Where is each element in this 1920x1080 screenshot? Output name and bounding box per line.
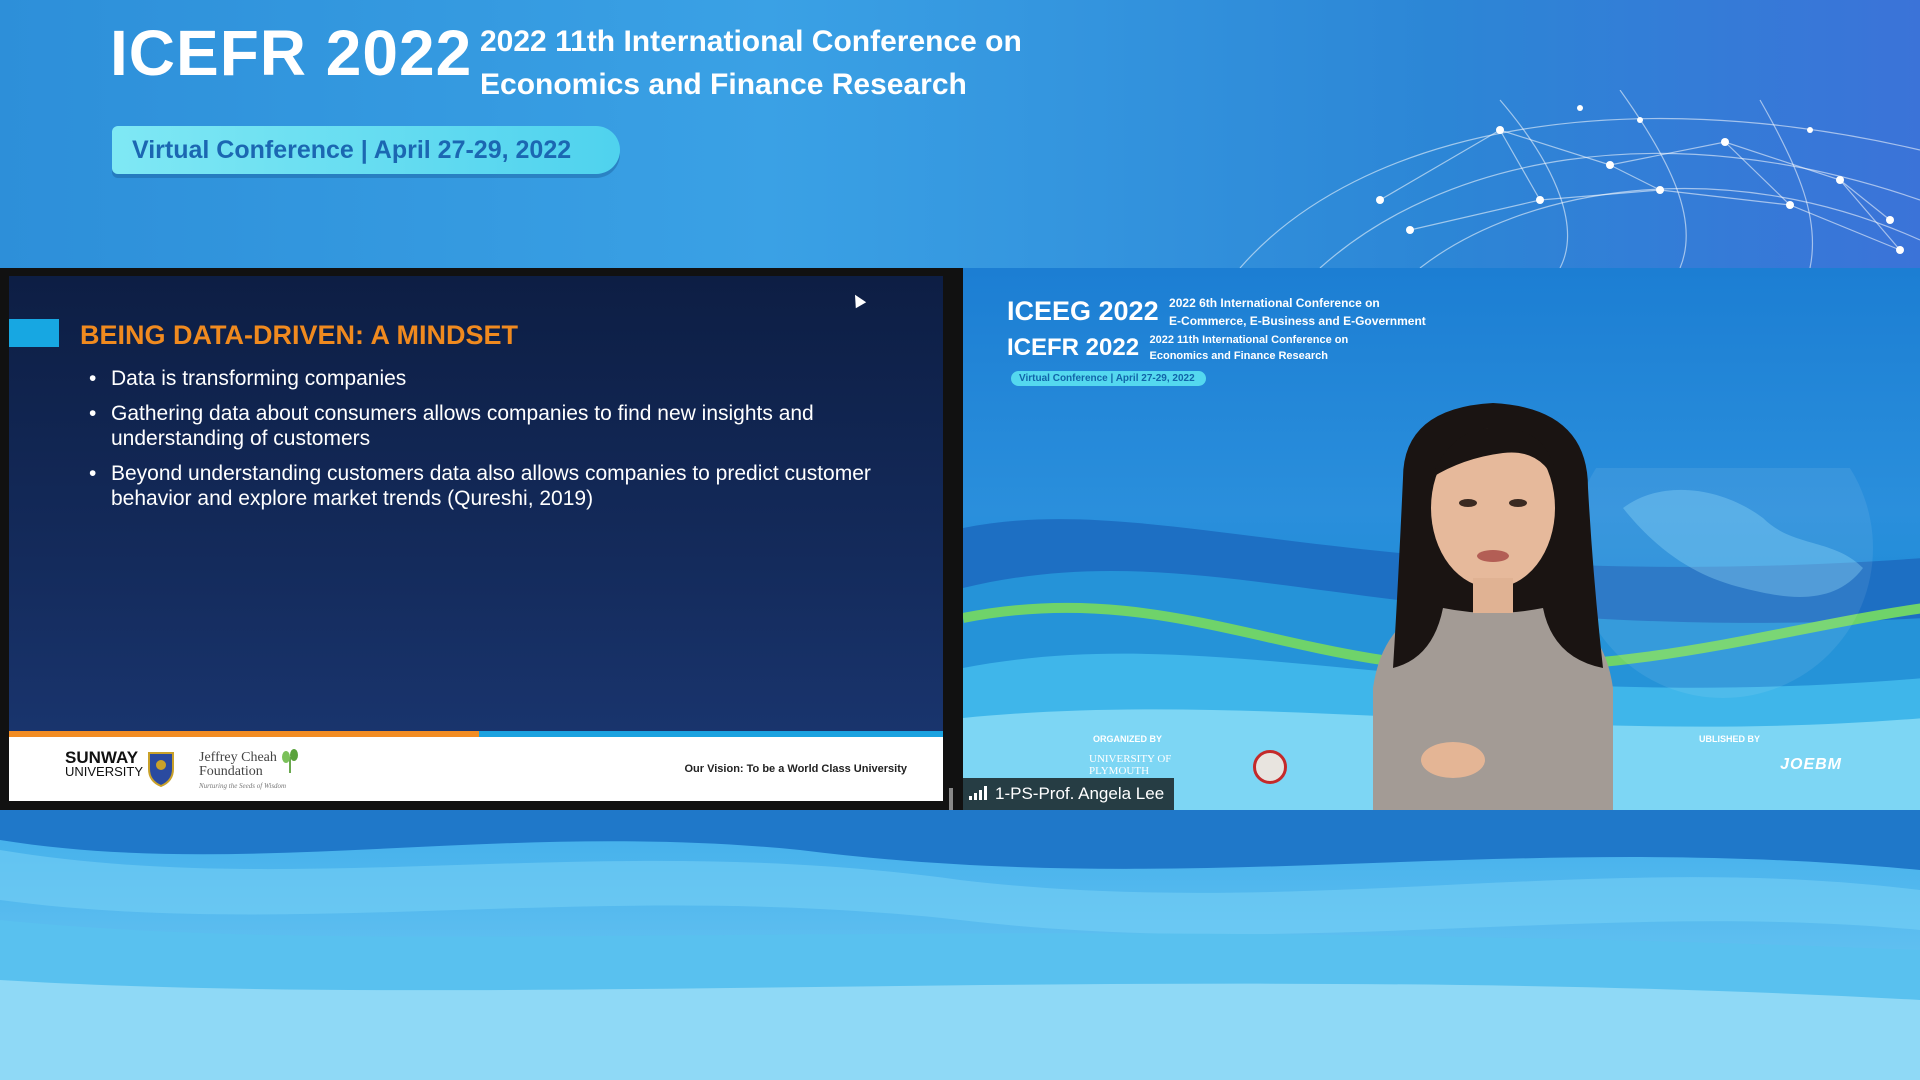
iceeg-subtitle: 2022 6th International Conference on E-C…	[1169, 294, 1426, 330]
presentation-slide: BEING DATA-DRIVEN: A MINDSET Data is tra…	[9, 276, 943, 801]
university-of-plymouth-logo: UNIVERSITY OF PLYMOUTH	[1063, 753, 1183, 781]
bullet-item: Data is transforming companies	[89, 366, 889, 391]
icefr-heading: ICEFR 2022 2022 11th International Confe…	[1007, 334, 1348, 364]
icefr-subtitle-line1: 2022 11th International Conference on	[1149, 334, 1349, 346]
university-wordmark: UNIVERSITY	[65, 764, 144, 779]
banner-title: ICEFR 2022	[110, 17, 473, 89]
banner-subtitle-line2: Economics and Finance Research	[480, 68, 967, 101]
banner-subtitle-line1: 2022 11th International Conference on	[480, 25, 1022, 58]
footer-bar-orange	[9, 731, 479, 737]
video-virtual-pill: Virtual Conference | April 27-29, 2022	[1011, 371, 1206, 386]
bottom-wave-decoration	[0, 810, 1920, 1080]
globe-network-graphic	[1239, 90, 1920, 268]
slide-footer: SUNWAY UNIVERSITY Jeffrey Cheah Foundati…	[9, 731, 943, 801]
vision-statement: Our Vision: To be a World Class Universi…	[684, 763, 908, 775]
banner-subtitle: 2022 11th International Conference on Ec…	[480, 20, 1022, 106]
jeffrey-cheah-foundation-logo: Jeffrey Cheah Foundation Nurturing the S…	[199, 751, 286, 793]
plymouth-line1: UNIVERSITY OF	[1089, 753, 1172, 765]
icefr-title: ICEFR 2022	[1007, 334, 1140, 361]
bullet-item: Gathering data about consumers allows co…	[89, 401, 889, 451]
speaker-video-tile[interactable]: ICEEG 2022 2022 6th International Confer…	[959, 268, 1920, 810]
iceeg-subtitle-line2: E-Commerce, E-Business and E-Government	[1169, 314, 1426, 328]
university-seal-icon	[1253, 750, 1287, 784]
publisher-logo: JOEBM	[1780, 756, 1842, 773]
icefr-subtitle: 2022 11th International Conference on Ec…	[1150, 332, 1349, 364]
organized-by-label: ORGANIZED BY	[1093, 734, 1163, 744]
virtual-conference-pill: Virtual Conference | April 27-29, 2022	[112, 126, 620, 174]
slide-title: BEING DATA-DRIVEN: A MINDSET	[80, 320, 518, 350]
iceeg-heading: ICEEG 2022 2022 6th International Confer…	[1007, 296, 1426, 330]
published-by-label: UBLISHED BY	[1698, 734, 1760, 744]
iceeg-title: ICEEG 2022	[1007, 296, 1159, 326]
leaf-icon	[282, 749, 298, 773]
shared-screen-panel[interactable]: BEING DATA-DRIVEN: A MINDSET Data is tra…	[0, 268, 960, 826]
speaker-person-graphic	[1373, 403, 1613, 810]
footer-bar-blue	[479, 731, 943, 737]
slide-accent-bar	[9, 319, 59, 347]
bullet-item: Beyond understanding customers data also…	[89, 461, 889, 511]
crest-icon	[148, 752, 174, 787]
sunway-university-logo: SUNWAY UNIVERSITY	[65, 749, 144, 779]
jc-line2: Foundation	[199, 764, 263, 779]
participant-name: 1-PS-Prof. Angela Lee	[995, 784, 1165, 803]
participant-name-tag: 1-PS-Prof. Angela Lee	[963, 778, 1175, 810]
jc-tagline: Nurturing the Seeds of Wisdom	[199, 782, 287, 790]
iceeg-subtitle-line1: 2022 6th International Conference on	[1169, 296, 1380, 310]
jc-line1: Jeffrey Cheah	[199, 750, 277, 765]
icefr-subtitle-line2: Economics and Finance Research	[1149, 350, 1329, 362]
signal-strength-icon	[969, 786, 989, 800]
plymouth-line2: PLYMOUTH	[1089, 765, 1150, 777]
conference-banner: ICEFR 2022 2022 11th International Confe…	[0, 0, 1920, 268]
slide-bullet-list: Data is transforming companies Gathering…	[89, 366, 889, 521]
